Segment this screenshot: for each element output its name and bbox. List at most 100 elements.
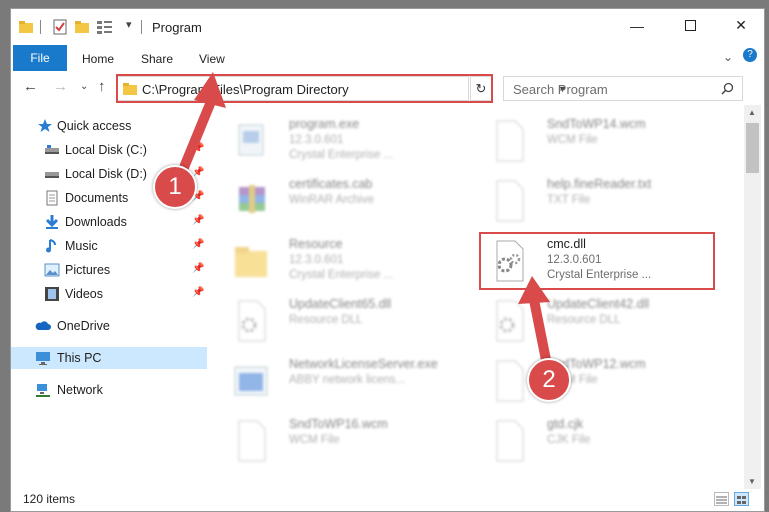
- file-name: program.exe: [289, 117, 360, 131]
- sidebar-item-local-disk-c[interactable]: Local Disk (C:) 📌: [11, 139, 207, 161]
- file-list: program.exe 12.3.0.601 Crystal Enterpris…: [221, 109, 743, 489]
- minimize-button[interactable]: —: [614, 9, 660, 42]
- file-detail: Crystal Enterprise ...: [289, 149, 394, 161]
- generic-file-icon: [496, 420, 524, 462]
- title-bar: ▾ Program — ✕: [11, 9, 764, 42]
- videos-icon: [45, 287, 59, 301]
- file-detail: 12.3.0.601: [289, 134, 344, 146]
- drive-icon: [45, 172, 59, 178]
- sidebar-item-music[interactable]: Music 📌: [11, 235, 207, 257]
- search-box[interactable]: Search Program: [503, 76, 743, 101]
- tiles-view-button[interactable]: [734, 492, 749, 506]
- file-name: gtd.cjk: [547, 417, 584, 431]
- qat-dropdown-icon[interactable]: ▾: [126, 18, 132, 31]
- file-item[interactable]: SndToWP12.wcm WCM File: [479, 353, 719, 409]
- sidebar-item-label: Pictures: [65, 263, 111, 277]
- cloud-icon: [35, 321, 51, 330]
- file-item[interactable]: SndToWP16.wcm WCM File: [221, 413, 461, 469]
- file-item[interactable]: program.exe 12.3.0.601 Crystal Enterpris…: [221, 113, 461, 169]
- sidebar-item-pictures[interactable]: Pictures 📌: [11, 259, 207, 281]
- minimize-icon: —: [630, 17, 644, 34]
- tab-share[interactable]: Share: [141, 52, 173, 66]
- archive-icon: [239, 185, 265, 213]
- sidebar-item-label: Downloads: [65, 215, 127, 229]
- vertical-scrollbar[interactable]: ▲ ▼: [744, 105, 761, 489]
- sidebar-item-quick-access[interactable]: Quick access: [11, 115, 207, 137]
- tab-home[interactable]: Home: [82, 52, 114, 66]
- file-item[interactable]: certificates.cab WinRAR Archive: [221, 173, 461, 229]
- generic-file-icon: [238, 420, 266, 462]
- file-name: Resource: [289, 237, 343, 251]
- file-item[interactable]: UpdateClient65.dll Resource DLL: [221, 293, 461, 349]
- folder-icon[interactable]: [18, 19, 34, 35]
- pin-icon[interactable]: 📌: [192, 287, 204, 298]
- file-name: NetworkLicenseServer.exe: [289, 357, 438, 371]
- pin-icon[interactable]: 📌: [192, 215, 204, 226]
- step-badge-2: 2: [527, 358, 571, 402]
- tab-file[interactable]: File: [13, 45, 67, 71]
- scroll-down-icon[interactable]: ▼: [748, 477, 756, 486]
- ribbon: File Home Share View ⌄ ?: [11, 45, 764, 71]
- file-detail: Crystal Enterprise ...: [289, 269, 394, 281]
- file-item[interactable]: NetworkLicenseServer.exe ABBY network li…: [221, 353, 461, 409]
- sidebar-item-onedrive[interactable]: OneDrive: [11, 315, 207, 337]
- generic-file-icon: [496, 360, 524, 402]
- maximize-button[interactable]: [667, 9, 713, 42]
- sidebar-item-this-pc[interactable]: This PC: [11, 347, 207, 369]
- expand-ribbon-icon[interactable]: ⌄: [723, 50, 733, 64]
- file-name: UpdateClient42.dll: [547, 297, 650, 311]
- scrollbar-thumb[interactable]: [746, 123, 759, 173]
- step-badge-1: 1: [153, 165, 197, 209]
- forward-arrow-icon[interactable]: →: [53, 78, 68, 95]
- separator: [141, 20, 142, 34]
- search-icon[interactable]: [721, 82, 734, 95]
- file-item[interactable]: gtd.cjk CJK File: [479, 413, 719, 469]
- sidebar-item-videos[interactable]: Videos 📌: [11, 283, 207, 305]
- help-icon[interactable]: ?: [743, 48, 757, 62]
- sidebar-item-label: Music: [65, 239, 98, 253]
- scroll-up-icon[interactable]: ▲: [748, 108, 756, 117]
- file-item[interactable]: UpdateClient42.dll Resource DLL: [479, 293, 719, 349]
- file-item[interactable]: SndToWP14.wcm WCM File: [479, 113, 719, 169]
- file-detail: Resource DLL: [547, 314, 621, 326]
- customize-icon[interactable]: [96, 19, 114, 35]
- exe-icon: [238, 124, 264, 156]
- recent-locations-icon[interactable]: ⌄: [80, 81, 88, 92]
- sidebar-item-label: This PC: [57, 351, 102, 365]
- new-folder-icon[interactable]: [74, 19, 90, 35]
- sidebar-item-label: Quick access: [57, 119, 132, 133]
- file-detail: 12.3.0.601: [289, 254, 344, 266]
- file-detail: ABBY network licens...: [289, 374, 406, 386]
- file-name: SndToWP14.wcm: [547, 117, 646, 131]
- sidebar-item-network[interactable]: Network: [11, 379, 207, 401]
- star-icon: [38, 119, 52, 132]
- folder-item[interactable]: Resource 12.3.0.601 Crystal Enterprise .…: [221, 233, 461, 289]
- download-icon: [45, 215, 59, 229]
- file-detail: CJK File: [547, 434, 591, 446]
- properties-icon[interactable]: [52, 19, 68, 35]
- folder-icon: [235, 247, 267, 277]
- highlight-box-file: [479, 232, 715, 290]
- pin-icon[interactable]: 📌: [192, 239, 204, 250]
- close-button[interactable]: ✕: [718, 9, 764, 42]
- separator: [40, 20, 41, 34]
- file-detail: TXT File: [547, 194, 591, 206]
- pin-icon[interactable]: 📌: [192, 143, 204, 154]
- pin-icon[interactable]: 📌: [192, 263, 204, 274]
- maximize-icon: [684, 20, 696, 31]
- dll-gear-icon: [238, 300, 266, 342]
- tab-view[interactable]: View: [199, 52, 225, 66]
- window-title: Program: [152, 20, 202, 35]
- details-view-icon: [716, 496, 727, 504]
- dll-gear-icon: [496, 300, 524, 342]
- sidebar-item-downloads[interactable]: Downloads 📌: [11, 211, 207, 233]
- up-arrow-icon[interactable]: ↑: [98, 78, 106, 95]
- details-view-button[interactable]: [714, 492, 729, 506]
- explorer-window: ▾ Program — ✕ File Home Share View ⌄ ? ←…: [10, 8, 765, 512]
- back-arrow-icon[interactable]: ←: [23, 78, 38, 95]
- music-icon: [46, 239, 56, 253]
- file-item[interactable]: help.fineReader.txt TXT File: [479, 173, 719, 229]
- search-input[interactable]: Search Program: [513, 82, 608, 97]
- file-name: help.fineReader.txt: [547, 177, 652, 191]
- sidebar-item-label: Local Disk (C:): [65, 143, 147, 157]
